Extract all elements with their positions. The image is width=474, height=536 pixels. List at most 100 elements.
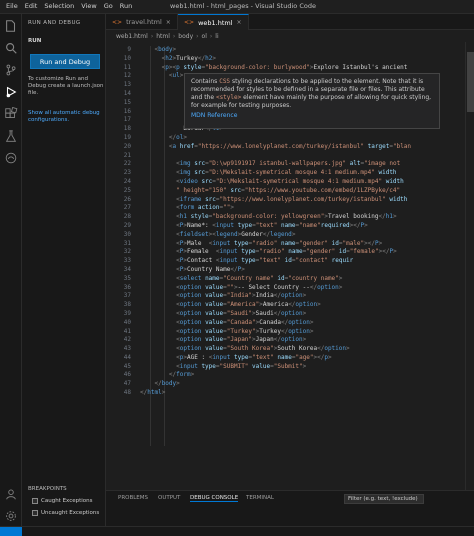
code-token: "text"	[255, 221, 278, 229]
code-line[interactable]: <option value="South Korea">South Korea<…	[140, 345, 474, 354]
code-token: "Country name"	[223, 274, 274, 282]
code-line[interactable]: </form>	[140, 371, 474, 380]
breadcrumb-ol[interactable]: ol	[202, 33, 207, 40]
tab-label: travel.html	[126, 18, 162, 26]
line-number: 26	[123, 195, 131, 203]
code-token: Name*:	[187, 221, 213, 229]
tab-output[interactable]: OUTPUT	[158, 495, 180, 501]
menu-view[interactable]: View	[81, 2, 96, 10]
tab-web1-html[interactable]: <> web1.html ×	[178, 14, 249, 30]
tab-problems[interactable]: PROBLEMS	[118, 495, 148, 501]
line-number: 32	[123, 248, 131, 256]
line-number: 23	[123, 169, 131, 177]
breadcrumb-html[interactable]: html	[156, 33, 170, 40]
sidebar-section-run[interactable]: RUN	[28, 38, 41, 44]
code-line[interactable]: <body>	[140, 46, 474, 55]
menu-go[interactable]: Go	[104, 2, 113, 10]
code-line[interactable]: <img src="D:\wp9191917 istanbul-wallpape…	[140, 160, 474, 169]
debug-console-body[interactable]	[106, 506, 474, 526]
checkbox-icon[interactable]	[32, 510, 38, 516]
code-token: img	[179, 160, 191, 168]
code-token: value	[205, 301, 224, 309]
testing-icon[interactable]	[3, 128, 19, 144]
line-number: 45	[123, 362, 131, 370]
code-line[interactable]: <option value="">-- Select Country --</o…	[140, 284, 474, 293]
code-token: >	[183, 133, 187, 141]
code-line[interactable]: <a href="https://www.lonelyplanet.com/tu…	[140, 143, 474, 152]
code-line[interactable]: <P>Name*: <input type="text" name="name"…	[140, 222, 474, 231]
code-line[interactable]: <iframe src="https://www.lonelyplanet.co…	[140, 196, 474, 205]
code-token: src	[205, 195, 216, 203]
explorer-icon[interactable]	[3, 18, 19, 34]
menu-edit[interactable]: Edit	[25, 2, 38, 10]
source-control-icon[interactable]	[3, 62, 19, 78]
code-line[interactable]: <img src="D:\Mekslait-symetrical mosque …	[140, 169, 474, 178]
code-line[interactable]: <p><p style="background-color: burlywood…	[140, 64, 474, 73]
breakpoint-caught-exceptions[interactable]: Caught Exceptions	[32, 498, 93, 504]
mdn-reference-link[interactable]: MDN Reference	[191, 112, 433, 120]
breadcrumb-body[interactable]: body	[178, 33, 193, 40]
editor-scrollbar[interactable]	[465, 42, 474, 490]
code-line[interactable]: <option value="America">America</option>	[140, 301, 474, 310]
debug-console-filter-input[interactable]: Filter (e.g. text, !exclude)	[344, 494, 424, 504]
code-line[interactable]: <select name="Country name" id="country …	[140, 275, 474, 284]
code-line[interactable]: <P>Contact <input type="text" id="contac…	[140, 257, 474, 266]
tab-terminal[interactable]: TERMINAL	[246, 495, 274, 501]
edge-tools-icon[interactable]	[3, 150, 19, 166]
checkbox-icon[interactable]	[32, 498, 38, 504]
close-icon[interactable]: ×	[166, 19, 171, 26]
code-line[interactable]: <video src="D:\Mekslait-symetrical mosqu…	[140, 178, 474, 187]
code-line[interactable]: <p>AGE : <input type="text" name="age"><…	[140, 354, 474, 363]
remote-indicator[interactable]	[0, 527, 22, 536]
settings-gear-icon[interactable]	[3, 508, 19, 524]
tab-travel-html[interactable]: <> travel.html ×	[106, 14, 178, 30]
code-line[interactable]	[140, 152, 474, 161]
code-line[interactable]: </html>	[140, 389, 474, 398]
code-line[interactable]: <P>Country Name</P>	[140, 266, 474, 275]
line-number: 13	[123, 81, 131, 89]
breadcrumb-li[interactable]: li	[215, 33, 218, 40]
menu-file[interactable]: Eile	[6, 2, 18, 10]
extensions-icon[interactable]	[3, 106, 19, 122]
code-line[interactable]: <form action="">	[140, 204, 474, 213]
code-token: width	[385, 177, 404, 185]
hover-text-part: Contains	[191, 78, 220, 85]
code-token: "D:\wp9191917 istanbul-wallpapers.jpg"	[208, 160, 346, 168]
code-token: id	[284, 257, 292, 265]
tab-debug-console[interactable]: DEBUG CONSOLE	[190, 495, 239, 502]
code-line[interactable]: " height="150" src="https://www.youtube.…	[140, 187, 474, 196]
code-token: option	[179, 327, 202, 335]
search-icon[interactable]	[3, 40, 19, 56]
code-line[interactable]: <h1 style="background-color: yellowgreen…	[140, 213, 474, 222]
code-line[interactable]: </ol>	[140, 134, 474, 143]
code-line[interactable]: <fieldset><legend>Gender</legend>	[140, 231, 474, 240]
code-line[interactable]: <h2>Turkey</h2>	[140, 55, 474, 64]
code-line[interactable]: <option value="Turkey">Turkey</option>	[140, 328, 474, 337]
breadcrumb-file[interactable]: web1.html	[116, 33, 148, 40]
code-token: input	[212, 239, 231, 247]
code-line[interactable]: <P>Male <input type="radio" name="gender…	[140, 240, 474, 249]
scrollbar-thumb[interactable]	[467, 52, 474, 112]
account-icon[interactable]	[3, 486, 19, 502]
menu-selection[interactable]: Selection	[44, 2, 74, 10]
run-debug-icon[interactable]	[3, 84, 19, 100]
code-line[interactable]: <P>Female <input type="radio" name="gend…	[140, 248, 474, 257]
code-line[interactable]: <option value="Canada">Canada</option>	[140, 319, 474, 328]
code-line[interactable]: </body>	[140, 380, 474, 389]
breakpoints-header[interactable]: BREAKPOINTS	[28, 486, 67, 492]
breakpoint-uncaught-exceptions[interactable]: Uncaught Exceptions	[32, 510, 99, 516]
code-line[interactable]: <input type="SUBMIT" value="Submit">	[140, 363, 474, 372]
close-icon[interactable]: ×	[237, 19, 242, 26]
code-line[interactable]: <option value="Saudi">Saudi</option>	[140, 310, 474, 319]
show-debug-configurations-link[interactable]: Show all automatic debug configurations.	[28, 110, 104, 124]
run-and-debug-button[interactable]: Run and Debug	[30, 54, 100, 69]
code-token: </	[273, 336, 281, 344]
code-token: "America"	[226, 301, 260, 309]
code-line[interactable]: <option value="India">India</option>	[140, 292, 474, 301]
menu-run[interactable]: Run	[120, 2, 132, 10]
code-line[interactable]: <option value="Japan">Japan</option>	[140, 336, 474, 345]
line-number: 48	[123, 389, 131, 397]
